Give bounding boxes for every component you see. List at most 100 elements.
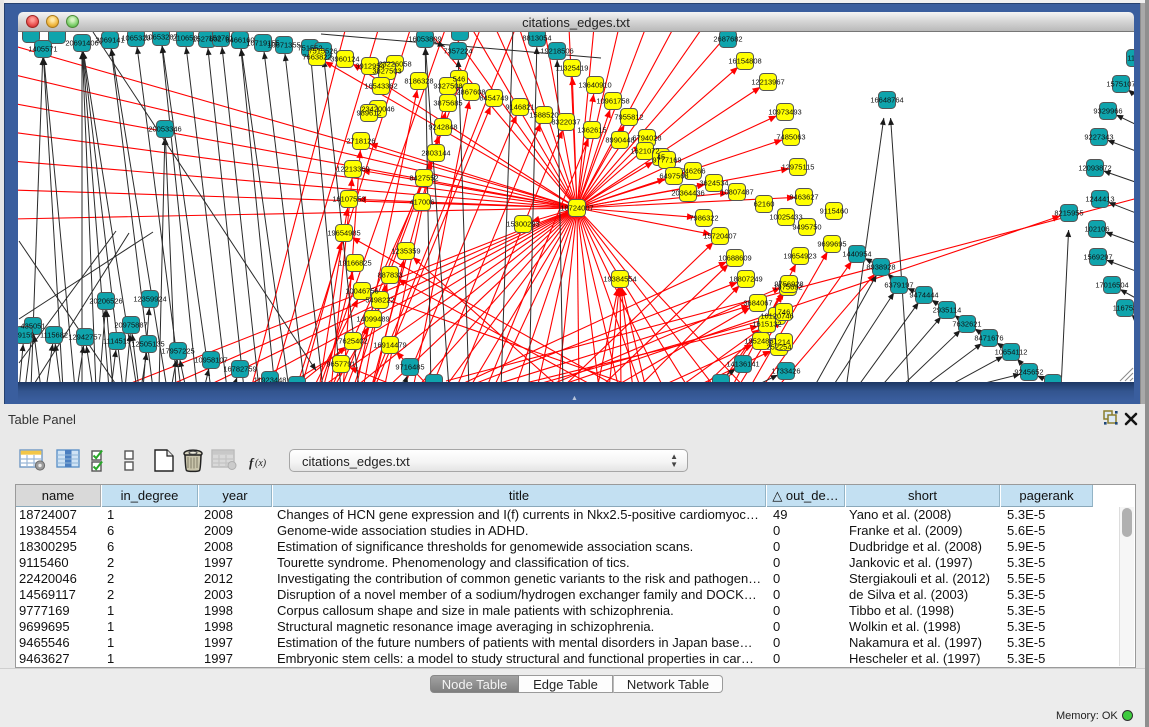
svg-text:7357224: 7357224	[443, 47, 472, 56]
svg-text:8454749: 8454749	[479, 94, 508, 103]
svg-text:1405571: 1405571	[28, 45, 57, 54]
svg-text:10654112: 10654112	[995, 348, 1028, 357]
svg-text:8813054: 8813054	[522, 34, 551, 43]
svg-text:20053346: 20053346	[148, 125, 181, 134]
svg-text:17016504: 17016504	[1095, 281, 1128, 290]
svg-text:15300293: 15300293	[506, 220, 539, 229]
svg-text:11325419: 11325419	[556, 64, 589, 73]
svg-text:19654923: 19654923	[783, 252, 816, 261]
svg-text:12213369: 12213369	[336, 165, 369, 174]
svg-text:3624534: 3624534	[699, 179, 728, 188]
svg-text:16914479: 16914479	[373, 341, 406, 350]
svg-text:3684067: 3684067	[743, 299, 772, 308]
svg-text:10958107: 10958107	[194, 356, 227, 365]
svg-text:19654985: 19654985	[327, 229, 360, 238]
svg-text:746: 746	[778, 308, 791, 317]
svg-text:1440954: 1440954	[842, 250, 871, 259]
svg-text:2803144: 2803144	[421, 149, 450, 158]
svg-text:20206526: 20206526	[89, 297, 122, 306]
svg-text:116753: 116753	[1113, 304, 1134, 313]
svg-text:16053809: 16053809	[408, 35, 441, 44]
svg-text:8186328: 8186328	[404, 77, 433, 86]
svg-text:14136141: 14136141	[726, 360, 759, 369]
svg-text:8215955: 8215955	[1054, 209, 1083, 218]
svg-text:1114519: 1114519	[103, 337, 131, 346]
svg-text:3827503: 3827503	[372, 67, 401, 76]
svg-text:6794028: 6794028	[632, 134, 661, 143]
svg-text:214: 214	[778, 338, 791, 347]
svg-text:102106: 102106	[1084, 225, 1109, 234]
svg-text:16648764: 16648764	[870, 96, 903, 105]
svg-text:2069141: 2069141	[95, 36, 124, 45]
svg-text:9245652: 9245652	[1014, 368, 1043, 377]
svg-text:12505135: 12505135	[131, 340, 164, 349]
svg-text:(x): (x)	[255, 458, 267, 469]
svg-text:10046756: 10046756	[345, 287, 378, 296]
svg-text:2718126: 2718126	[346, 137, 375, 146]
svg-text:16782759: 16782759	[223, 365, 256, 374]
svg-text:1362615: 1362615	[577, 126, 606, 135]
svg-text:20975887: 20975887	[114, 321, 147, 330]
svg-text:12213967: 12213967	[751, 78, 784, 87]
svg-text:7955812: 7955812	[614, 113, 643, 122]
svg-text:9495750: 9495750	[792, 223, 821, 232]
svg-text:9227343: 9227343	[1084, 133, 1113, 142]
svg-text:2687682: 2687682	[713, 35, 742, 44]
svg-text:18807249: 18807249	[729, 275, 762, 284]
svg-text:1621072: 1621072	[630, 147, 659, 156]
svg-text:5498222: 5498222	[365, 296, 394, 305]
svg-text:1733426: 1733426	[771, 367, 800, 376]
svg-text:887833: 887833	[377, 271, 402, 280]
svg-text:8471676: 8471676	[974, 334, 1003, 343]
svg-text:16154808: 16154808	[728, 57, 761, 66]
svg-text:9115460: 9115460	[820, 207, 849, 216]
svg-text:3875685: 3875685	[433, 99, 462, 108]
svg-text:417006: 417006	[409, 198, 434, 207]
svg-text:435051: 435051	[20, 322, 45, 331]
svg-text:6379197: 6379197	[884, 281, 913, 290]
svg-text:10807487: 10807487	[720, 188, 753, 197]
svg-text:62160: 62160	[754, 200, 775, 209]
svg-text:9777169: 9777169	[652, 156, 681, 165]
svg-text:12093872: 12093872	[1078, 164, 1111, 173]
svg-text:7663822: 7663822	[302, 53, 331, 62]
svg-text:18724007: 18724007	[560, 204, 593, 213]
svg-text:8990448: 8990448	[605, 136, 634, 145]
svg-text:746266: 746266	[680, 167, 705, 176]
svg-text:8938928: 8938928	[866, 263, 895, 272]
svg-text:16543362: 16543362	[364, 82, 397, 91]
svg-text:16107553: 16107553	[332, 195, 365, 204]
svg-text:17957225: 17957225	[161, 347, 194, 356]
svg-text:10671355: 10671355	[267, 41, 300, 50]
svg-text:12975115: 12975115	[782, 163, 815, 172]
svg-text:9657791: 9657791	[326, 360, 355, 369]
svg-text:10025433: 10025433	[769, 213, 802, 222]
svg-text:8322037: 8322037	[551, 118, 580, 127]
svg-text:7625402: 7625402	[338, 337, 367, 346]
svg-text:19166825: 19166825	[338, 259, 371, 268]
svg-text:20364436: 20364436	[671, 189, 704, 198]
svg-text:14099489: 14099489	[356, 315, 389, 324]
svg-text:1117: 1117	[1127, 54, 1134, 63]
svg-text:2935114: 2935114	[933, 306, 962, 315]
svg-text:1115682: 1115682	[40, 331, 68, 340]
svg-text:1615132: 1615132	[752, 320, 781, 329]
svg-text:9329966: 9329966	[1093, 107, 1122, 116]
svg-text:1244413: 1244413	[1085, 195, 1114, 204]
svg-text:9699695: 9699695	[817, 240, 846, 249]
svg-text:10973493: 10973493	[768, 108, 801, 117]
svg-text:9716485: 9716485	[395, 363, 424, 372]
svg-text:9756928: 9756928	[774, 280, 803, 289]
svg-text:19218506: 19218506	[540, 47, 573, 56]
svg-text:10688609: 10688609	[718, 254, 751, 263]
svg-text:989612: 989612	[356, 109, 381, 118]
svg-text:7986322: 7986322	[689, 214, 718, 223]
svg-text:13640910: 13640910	[578, 81, 611, 90]
svg-text:8427552: 8427552	[409, 174, 438, 183]
svg-text:7485063: 7485063	[776, 133, 805, 142]
svg-text:9463627: 9463627	[789, 193, 818, 202]
svg-text:1569297: 1569297	[1083, 253, 1112, 262]
svg-text:9242848: 9242848	[428, 123, 457, 132]
svg-text:12942757: 12942757	[68, 333, 101, 342]
svg-text:15720407: 15720407	[703, 232, 736, 241]
